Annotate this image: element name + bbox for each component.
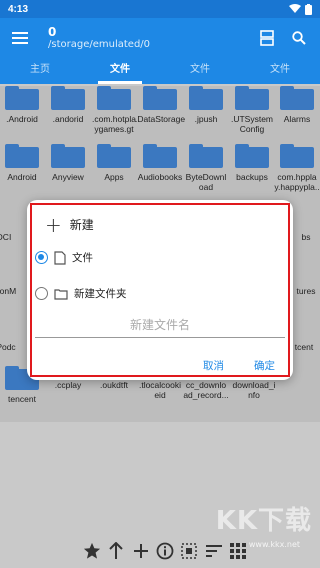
file-item[interactable]: Alarms: [265, 86, 320, 124]
watermark-logo: KK下载: [215, 506, 312, 536]
file-label: tencent: [8, 394, 36, 404]
star-icon: [84, 542, 101, 559]
file-label: Apps: [104, 172, 124, 182]
edge-label: DCI: [0, 232, 12, 242]
download-folder-icon: [189, 144, 223, 168]
tab-bar: 主页 文件 文件 文件: [0, 58, 320, 84]
folder-icon: [280, 86, 314, 110]
file-label: .andorid: [52, 114, 84, 124]
sort-button[interactable]: [202, 539, 226, 563]
grid-view-button[interactable]: [226, 539, 250, 563]
file-label: com.hppla y.happypla..: [274, 172, 320, 192]
arrow-up-icon: [109, 542, 124, 559]
folder-icon: [235, 144, 269, 168]
cancel-button[interactable]: 取消: [203, 358, 224, 373]
info-button[interactable]: [153, 539, 177, 563]
folder-icon: [5, 86, 39, 110]
tab-files-active[interactable]: 文件: [80, 58, 160, 84]
tab-home[interactable]: 主页: [0, 58, 80, 84]
file-label: Android: [7, 172, 37, 182]
radio-file-selected[interactable]: [35, 251, 48, 264]
folder-icon: [97, 144, 131, 168]
dialog-header: + 新建: [45, 212, 94, 237]
search-icon: [292, 31, 306, 45]
file-label: .oukdtft: [100, 380, 128, 390]
file-label: Anyview: [52, 172, 84, 182]
file-label: .Android: [6, 114, 38, 124]
tab-files-3[interactable]: 文件: [240, 58, 320, 84]
folder-icon: [235, 86, 269, 110]
favorite-button[interactable]: [80, 539, 104, 563]
status-icons: [289, 3, 312, 15]
edge-label: Podc: [0, 342, 16, 352]
sort-icon: [205, 545, 222, 557]
file-label: .ccplay: [54, 380, 82, 390]
add-button[interactable]: [129, 539, 153, 563]
dialog-buttons: 取消 确定: [203, 358, 275, 373]
dialog-title: 新建: [69, 218, 94, 232]
ok-button[interactable]: 确定: [254, 358, 275, 373]
radio-folder[interactable]: [35, 287, 48, 300]
filename-input[interactable]: 新建文件名: [35, 314, 285, 338]
select-all-icon: [181, 543, 198, 559]
option-file[interactable]: 文件: [35, 250, 93, 265]
plus-icon: [133, 544, 148, 558]
up-button[interactable]: [104, 539, 128, 563]
page-title: 0: [48, 25, 57, 39]
view-mode-button[interactable]: [256, 27, 278, 49]
file-icon: [54, 250, 66, 265]
file-item[interactable]: download_i nfo: [222, 380, 286, 400]
battery-icon: [305, 3, 312, 15]
file-label: backups: [236, 172, 268, 182]
file-label: download_i nfo: [232, 380, 276, 400]
file-label: Alarms: [283, 114, 311, 124]
file-item[interactable]: com.hppla y.happypla..: [265, 144, 320, 192]
status-bar: 4:13: [0, 0, 320, 18]
wifi-icon: [289, 4, 301, 13]
option-folder[interactable]: 新建文件夹: [35, 286, 127, 301]
path-subtitle: /storage/emulated/0: [48, 39, 151, 50]
option-folder-label: 新建文件夹: [74, 288, 127, 300]
edge-label: lionM: [0, 286, 17, 296]
hamburger-icon: [12, 32, 28, 44]
android-folder-icon: [5, 144, 39, 168]
folder-outline-icon: [54, 288, 68, 300]
option-file-label: 文件: [72, 252, 93, 264]
folder-icon: [51, 86, 85, 110]
tab-files-2[interactable]: 文件: [160, 58, 240, 84]
watermark-url: www.kkx.net: [248, 540, 300, 549]
folder-icon: [280, 144, 314, 168]
search-button[interactable]: [288, 27, 310, 49]
split-view-icon: [260, 30, 274, 46]
app-bar: 0 /storage/emulated/0: [0, 18, 320, 58]
folder-icon: [143, 86, 177, 110]
status-time: 4:13: [8, 3, 29, 15]
file-label: .jpush: [194, 114, 218, 124]
info-icon: [156, 542, 174, 560]
plus-icon: +: [45, 212, 62, 237]
new-item-dialog: + 新建 文件 新建文件夹 新建文件名 取消 确定: [27, 200, 293, 380]
select-button[interactable]: [177, 539, 201, 563]
menu-button[interactable]: [0, 18, 40, 58]
folder-icon: [143, 144, 177, 168]
folder-icon: [97, 86, 131, 110]
grid-icon: [229, 543, 246, 559]
folder-icon: [189, 86, 223, 110]
folder-icon: [51, 144, 85, 168]
